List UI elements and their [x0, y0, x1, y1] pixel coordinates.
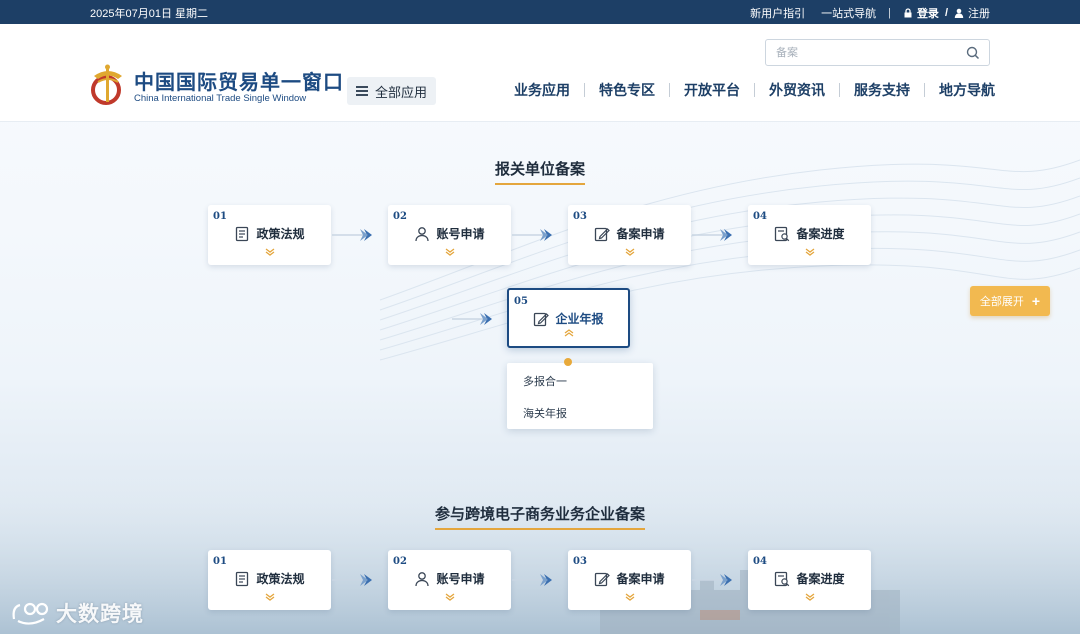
chevron-up-icon [563, 329, 574, 337]
user-icon [415, 226, 430, 242]
step-arrow-icon [692, 573, 733, 587]
expand-all-button[interactable]: 全部展开 + [970, 286, 1050, 316]
site-header: 中国国际贸易单一窗口 China International Trade Sin… [0, 24, 1080, 122]
top-links: 新用户指引 一站式导航 | 登录 / 注册 [750, 5, 990, 21]
progress-search-icon [775, 226, 790, 241]
lock-icon [904, 8, 912, 18]
all-apps-label: 全部应用 [374, 84, 427, 100]
step-label: 备案申请 [616, 572, 665, 586]
step-arrow-icon [512, 573, 553, 587]
annual-report-dropdown: 多报合一 海关年报 [507, 358, 653, 429]
step-number: 01 [213, 211, 227, 222]
nav-featured-zone[interactable]: 特色专区 [585, 80, 669, 100]
step-label: 政策法规 [256, 227, 305, 241]
nav-local-navigation[interactable]: 地方导航 [925, 80, 1009, 100]
step-number: 03 [573, 556, 587, 567]
one-stop-nav-link[interactable]: 一站式导航 [821, 5, 876, 21]
section-title-customs-registration: 报关单位备案 [0, 158, 1080, 185]
step-label: 账号申请 [436, 572, 485, 586]
chevron-down-icon [264, 248, 275, 256]
edit-form-icon [595, 227, 611, 241]
step-label: 账号申请 [436, 227, 485, 241]
step-number: 05 [514, 296, 528, 307]
login-label: 登录 [916, 8, 939, 20]
register-label: 注册 [968, 8, 990, 20]
divider: | [888, 7, 891, 19]
step-number: 03 [573, 211, 587, 222]
main-nav: 业务应用 特色专区 开放平台 外贸资讯 服务支持 地方导航 [500, 80, 1009, 100]
plus-icon: + [1031, 293, 1041, 309]
search-box [765, 39, 990, 66]
chevron-down-icon [624, 593, 635, 601]
user-icon [954, 8, 964, 18]
login-link[interactable]: 登录 [903, 5, 939, 21]
step-label: 备案进度 [796, 572, 845, 586]
top-bar: 2025年07月01日 星期二 新用户指引 一站式导航 | 登录 / 注册 [0, 0, 1080, 24]
chevron-down-icon [444, 593, 455, 601]
step-card-policy[interactable]: 01 政策法规 [208, 205, 331, 265]
current-date: 2025年07月01日 星期二 [90, 8, 208, 20]
document-list-icon [236, 226, 249, 241]
chevron-down-icon [804, 593, 815, 601]
step-arrow-icon [692, 228, 733, 242]
step-card-policy[interactable]: 01 政策法规 [208, 550, 331, 610]
step-number: 02 [393, 556, 407, 567]
step-label: 备案申请 [616, 227, 665, 241]
nav-service-support[interactable]: 服务支持 [840, 80, 924, 100]
step-card-annual-report[interactable]: 05 企业年报 [507, 288, 630, 348]
dropdown-option-customs-annual-report[interactable]: 海关年报 [523, 405, 567, 421]
document-list-icon [236, 571, 249, 586]
chevron-down-icon [804, 248, 815, 256]
section-title-cross-border-ecommerce: 参与跨境电子商务业务企业备案 [0, 503, 1080, 530]
search-icon[interactable] [966, 46, 980, 60]
register-link[interactable]: 注册 [954, 5, 990, 21]
step-number: 02 [393, 211, 407, 222]
search-input[interactable] [766, 40, 956, 65]
step-label: 政策法规 [256, 572, 305, 586]
new-user-guide-link[interactable]: 新用户指引 [750, 5, 805, 21]
step-card-account-apply[interactable]: 02 账号申请 [388, 205, 511, 265]
chevron-down-icon [264, 593, 275, 601]
step-arrow-icon [512, 228, 553, 242]
chevron-down-icon [444, 248, 455, 256]
step-number: 04 [753, 211, 767, 222]
logo-title-en: China International Trade Single Window [134, 93, 307, 104]
expand-all-label: 全部展开 [979, 296, 1024, 308]
user-icon [415, 571, 430, 587]
dropdown-pointer-dot [564, 358, 572, 366]
background-port-image [0, 470, 1080, 634]
chevron-down-icon [624, 248, 635, 256]
login-register-separator: / [944, 7, 948, 19]
logo-title-cn: 中国国际贸易单一窗口 [134, 72, 344, 94]
step-card-registration-apply[interactable]: 03 备案申请 [568, 550, 691, 610]
step-arrow-icon [332, 228, 373, 242]
watermark-logo-icon [12, 602, 49, 625]
nav-trade-news[interactable]: 外贸资讯 [755, 80, 839, 100]
step-arrow-icon [452, 312, 493, 326]
watermark: 大数跨境 [10, 598, 144, 628]
all-apps-button[interactable]: 全部应用 [347, 77, 436, 105]
nav-open-platform[interactable]: 开放平台 [670, 80, 754, 100]
step-arrow-icon [332, 573, 373, 587]
step-number: 04 [753, 556, 767, 567]
step-number: 01 [213, 556, 227, 567]
logo-emblem-icon [91, 64, 122, 105]
dropdown-option-multi-report[interactable]: 多报合一 [523, 373, 567, 389]
step-card-registration-apply[interactable]: 03 备案申请 [568, 205, 691, 265]
step-card-registration-progress[interactable]: 04 备案进度 [748, 550, 871, 610]
step-card-registration-progress[interactable]: 04 备案进度 [748, 205, 871, 265]
nav-business-apps[interactable]: 业务应用 [500, 80, 584, 100]
step-label: 备案进度 [796, 227, 845, 241]
menu-icon [355, 86, 368, 96]
edit-form-icon [595, 572, 611, 586]
progress-search-icon [775, 571, 790, 586]
step-card-account-apply[interactable]: 02 账号申请 [388, 550, 511, 610]
site-logo[interactable]: 中国国际贸易单一窗口 China International Trade Sin… [90, 60, 343, 108]
watermark-text: 大数跨境 [56, 603, 144, 626]
